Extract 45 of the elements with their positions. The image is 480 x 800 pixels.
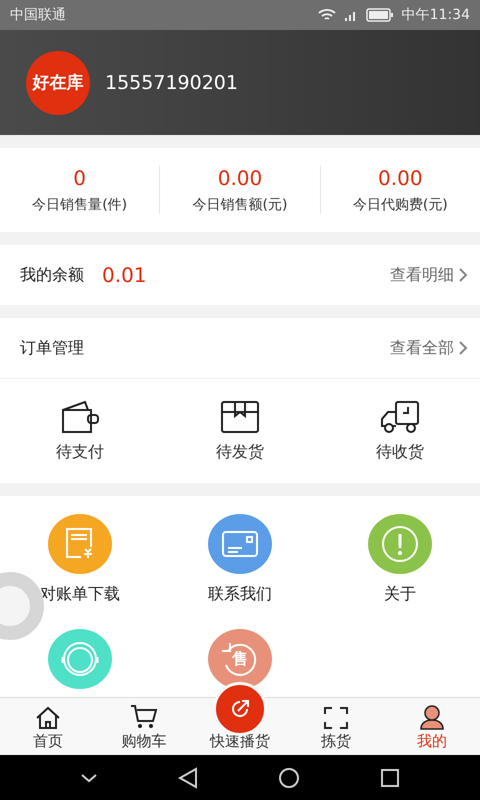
headset-icon	[60, 639, 100, 679]
home-icon	[35, 706, 61, 730]
balance-amount: 0.01	[102, 263, 147, 287]
chevron-icon	[458, 267, 468, 283]
section-title: 订单管理	[20, 338, 84, 358]
service-label[interactable]: 联系我们	[208, 584, 272, 605]
carrier-name: 中国联通	[10, 6, 66, 24]
stat-label: 今日销售额(元)	[192, 196, 288, 214]
cart-icon	[130, 704, 158, 730]
order-status-label[interactable]: 待收货	[376, 442, 424, 462]
details-link[interactable]: 查看明细	[390, 264, 468, 286]
scan-icon	[323, 706, 349, 730]
stat-label: 今日销售量(件)	[32, 196, 128, 214]
recents-button[interactable]	[380, 768, 400, 788]
phone-number: 15557190201	[105, 72, 238, 94]
service-label[interactable]: 关于	[384, 584, 416, 605]
stat-label: 今日代购费(元)	[352, 196, 448, 214]
tab[interactable]: 拣货	[288, 698, 384, 755]
battery-icon	[366, 8, 394, 22]
chevron-icon	[458, 340, 468, 356]
stat-value: 0.00	[218, 166, 262, 190]
tab[interactable]: 首页	[0, 698, 96, 755]
app-logo: 好在库	[26, 50, 90, 114]
clock-time: 中午11:34	[402, 6, 470, 24]
wifi-icon	[318, 8, 336, 22]
home-button[interactable]	[278, 766, 300, 788]
share-icon	[229, 698, 251, 720]
card-icon	[221, 529, 259, 559]
collapse-button[interactable]	[80, 772, 98, 782]
tab[interactable]: 快速播货	[210, 732, 270, 751]
back-button[interactable]	[178, 766, 198, 788]
info-icon	[380, 524, 420, 564]
view-all-link[interactable]: 查看全部	[390, 338, 468, 358]
balance-label: 我的余额	[20, 264, 84, 286]
stat-value: 0.00	[378, 166, 423, 190]
order-status-label[interactable]: 待发货	[216, 442, 264, 462]
user-icon	[419, 704, 445, 730]
truck-icon	[380, 400, 420, 434]
tab[interactable]: 购物车	[96, 698, 192, 755]
order-status-label[interactable]: 待支付	[56, 442, 104, 462]
tab[interactable]: 我的	[384, 698, 480, 755]
stat-value: 0	[73, 166, 86, 190]
wallet-icon	[60, 400, 100, 434]
box-icon	[220, 400, 260, 434]
after-sale-glyph: 售	[232, 648, 248, 670]
